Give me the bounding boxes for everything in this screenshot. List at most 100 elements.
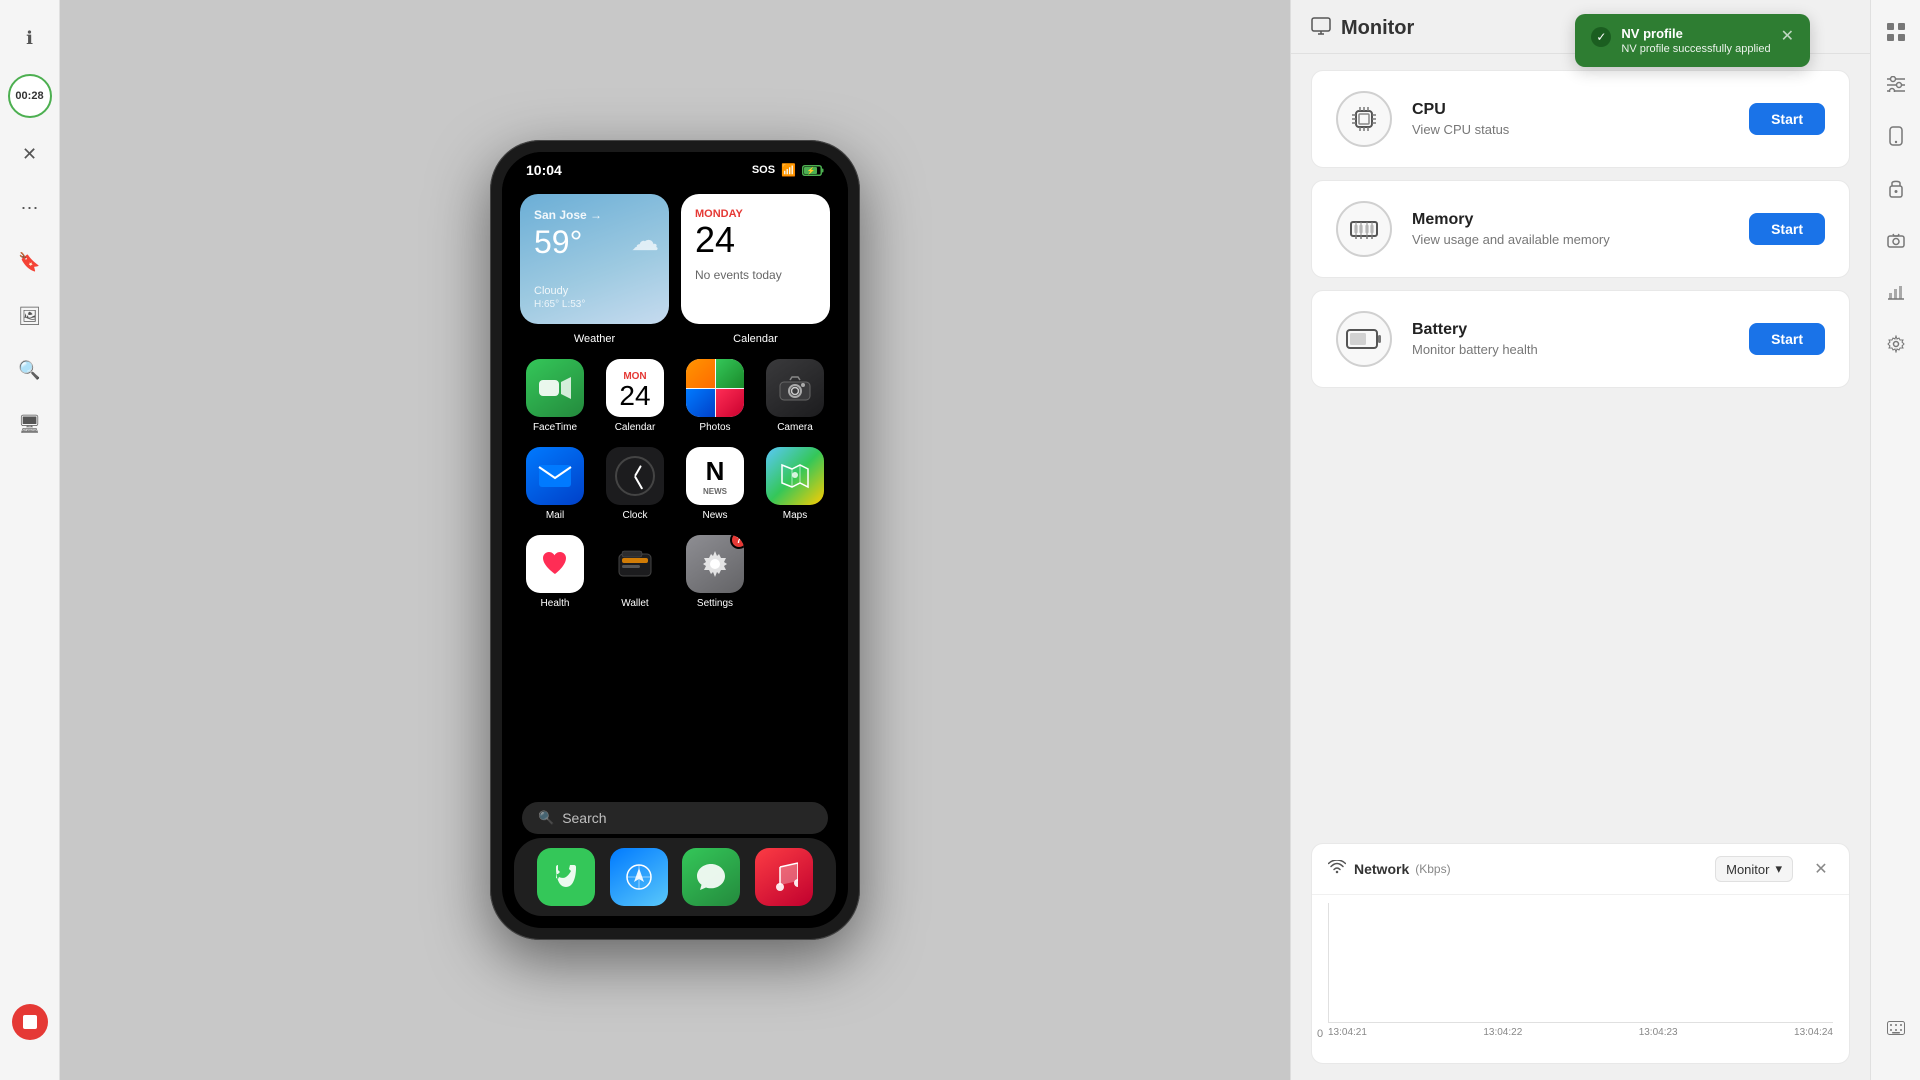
home-content: San Jose → 59° ☁ Cloudy H:65° L:53° Weat… [502,182,848,798]
timestamp-2: 13:04:22 [1483,1027,1522,1038]
status-bar: 10:04 SOS 📶 ⚡ [502,152,848,182]
gallery-icon[interactable]: 🖼 [12,298,48,334]
battery-monitor-icon [1336,311,1392,367]
more-icon[interactable]: ⋯ [12,190,48,226]
network-title: Network (Kbps) [1354,861,1451,877]
cpu-icon [1336,91,1392,147]
widgets-row: San Jose → 59° ☁ Cloudy H:65° L:53° Weat… [520,194,830,345]
dock-messages-icon [682,848,740,906]
memory-desc: View usage and available memory [1412,232,1729,247]
screen-icon[interactable]: 🖥 [12,406,48,442]
weather-label: Weather [520,333,669,345]
app-facetime[interactable]: FaceTime [520,359,590,433]
right-lock-icon[interactable] [1880,172,1912,204]
health-icon [526,535,584,593]
app-clock[interactable]: Clock [600,447,670,521]
network-chart: 0 13:04:21 13:04:22 13:04:23 13:04:24 [1312,903,1849,1063]
calendar-date: 24 [695,220,816,260]
settings-badge: 7 [730,535,744,549]
cpu-start-button[interactable]: Start [1749,103,1825,135]
maps-label: Maps [783,510,807,521]
settings-icon: 7 [686,535,744,593]
stop-button[interactable] [12,1004,48,1040]
weather-widget[interactable]: San Jose → 59° ☁ Cloudy H:65° L:53° [520,194,669,324]
status-time: 10:04 [526,162,562,178]
battery-title: Battery [1412,321,1729,339]
close-icon[interactable]: ✕ [12,136,48,172]
network-close-button[interactable]: ✕ [1809,857,1833,881]
app-maps[interactable]: Maps [760,447,830,521]
facetime-label: FaceTime [533,422,577,433]
right-grid-icon[interactable] [1880,16,1912,48]
photo-cell-3 [686,389,715,418]
weather-high-low: H:65° L:53° [534,299,655,310]
timer-badge: 00:28 [8,74,52,118]
toast-close-button[interactable]: ✕ [1781,26,1794,46]
app-camera[interactable]: Camera [760,359,830,433]
chart-timestamps: 13:04:21 13:04:22 13:04:23 13:04:24 [1328,1023,1833,1042]
chevron-down-icon: ▾ [1775,861,1782,877]
memory-start-button[interactable]: Start [1749,213,1825,245]
right-device-icon[interactable] [1880,120,1912,152]
app-wallet[interactable]: Wallet [600,535,670,609]
dock-music[interactable] [755,848,813,906]
right-keyboard-icon[interactable] [1880,1012,1912,1044]
wallet-icon [606,535,664,593]
dock-messages[interactable] [682,848,740,906]
right-camera-icon[interactable] [1880,224,1912,256]
app-mail[interactable]: Mail [520,447,590,521]
search-magnifier-icon: 🔍 [538,810,554,826]
right-tune-icon[interactable] [1880,68,1912,100]
photos-icon [686,359,744,417]
news-icon: N NEWS [686,447,744,505]
monitor-panel-icon [1311,16,1331,41]
weather-condition-icon: ☁ [631,224,659,257]
clock-icon [606,447,664,505]
network-mode-dropdown[interactable]: Monitor ▾ [1715,856,1793,882]
network-unit: (Kbps) [1415,862,1450,876]
monitor-cards: CPU View CPU status Start [1291,54,1870,843]
photo-cell-4 [716,389,745,418]
dock [514,838,836,916]
sos-label: SOS [752,164,775,176]
status-right: SOS 📶 ⚡ [752,163,824,177]
battery-desc: Monitor battery health [1412,342,1729,357]
app-health[interactable]: Health [520,535,590,609]
photo-cell-2 [716,359,745,388]
right-chart-icon[interactable] [1880,276,1912,308]
toast-check-icon: ✓ [1591,27,1611,47]
app-settings[interactable]: 7 Settings [680,535,750,609]
left-sidebar: ℹ 00:28 ✕ ⋯ 🔖 🖼 🔍 🖥 [0,0,60,1080]
dock-phone[interactable] [537,848,595,906]
app-calendar[interactable]: MON 24 Calendar [600,359,670,433]
calendar-widget[interactable]: MONDAY 24 No events today [681,194,830,324]
clock-label: Clock [622,510,647,521]
search-icon[interactable]: 🔍 [12,352,48,388]
monitor-card-cpu: CPU View CPU status Start [1311,70,1850,168]
nv-profile-toast: ✓ NV profile NV profile successfully app… [1575,14,1810,67]
memory-info: Memory View usage and available memory [1412,211,1729,247]
info-icon[interactable]: ℹ [12,20,48,56]
cpu-info: CPU View CPU status [1412,101,1729,137]
photo-cell-1 [686,359,715,388]
monitor-card-battery: Battery Monitor battery health Start [1311,290,1850,388]
cpu-title: CPU [1412,101,1729,119]
battery-status: ⚡ [802,165,824,176]
battery-start-button[interactable]: Start [1749,323,1825,355]
weather-condition: Cloudy [534,285,655,297]
network-header: Network (Kbps) Monitor ▾ ✕ [1312,844,1849,895]
app-news[interactable]: N NEWS News [680,447,750,521]
app-photos[interactable]: Photos [680,359,750,433]
bookmark-icon[interactable]: 🔖 [12,244,48,280]
mail-icon [526,447,584,505]
cal-app-date: 24 [619,382,650,410]
search-bar[interactable]: 🔍 Search [522,802,828,834]
phone-frame: 10:04 SOS 📶 ⚡ [490,140,860,940]
calendar-label: Calendar [681,333,830,345]
network-section: Network (Kbps) Monitor ▾ ✕ 0 13:04:21 13… [1311,843,1850,1064]
news-label: News [702,510,727,521]
memory-title: Memory [1412,211,1729,229]
right-settings-icon[interactable] [1880,328,1912,360]
battery-info: Battery Monitor battery health [1412,321,1729,357]
dock-safari[interactable] [610,848,668,906]
